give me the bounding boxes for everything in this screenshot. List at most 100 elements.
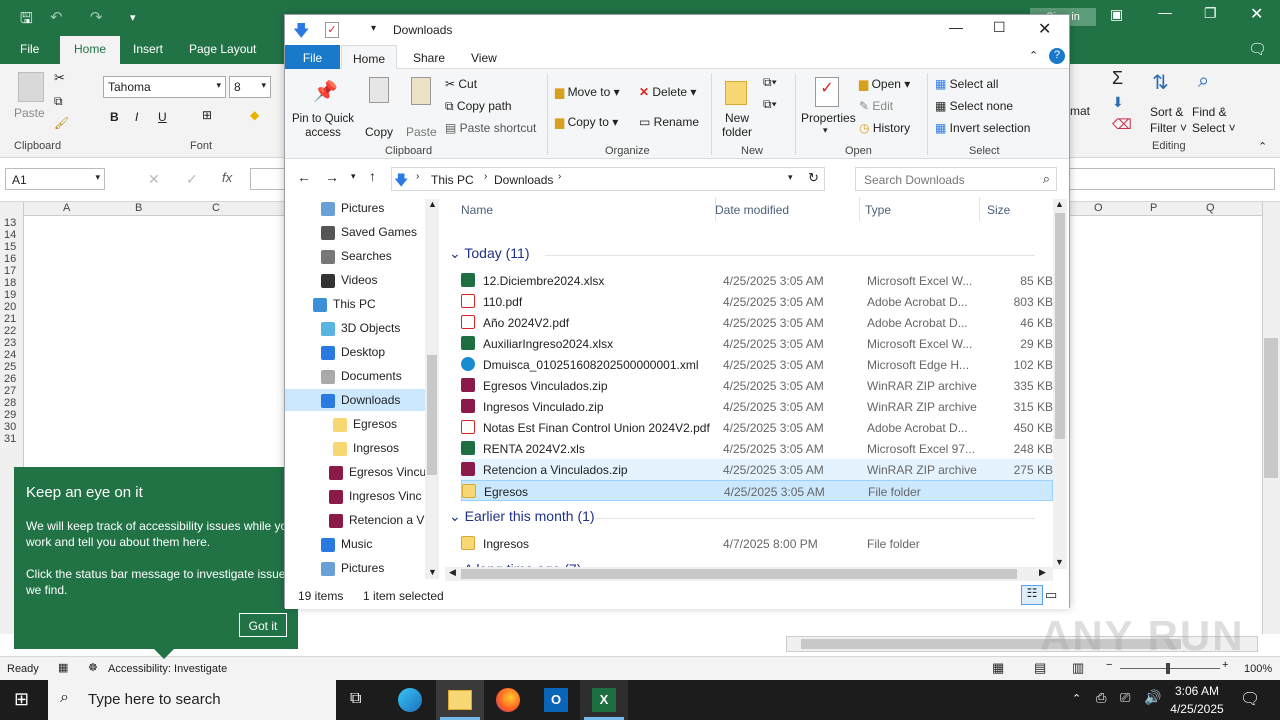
taskbar-explorer-active[interactable] <box>436 680 484 720</box>
autosum-icon[interactable]: Σ <box>1112 68 1123 89</box>
details-view-icon[interactable]: ☷ <box>1021 585 1043 605</box>
row-number[interactable]: 29 <box>0 409 24 421</box>
copy-to-button[interactable]: ▆ Copy to ▾ <box>555 115 618 129</box>
cut-button[interactable]: ✂ Cut <box>445 77 477 91</box>
cancel-entry-icon[interactable]: ✕ <box>148 171 160 188</box>
nav-item[interactable]: 3D Objects <box>321 317 461 339</box>
column-header[interactable]: B <box>135 202 142 214</box>
file-row[interactable]: Dmuisca_010251608202500000001.xml 4/25/20… <box>461 354 1053 375</box>
row-number[interactable]: 18 <box>0 277 24 289</box>
paste-button[interactable]: Paste <box>406 125 437 139</box>
move-to-button[interactable]: ▆ Move to ▾ <box>555 85 620 99</box>
scroll-right-icon[interactable]: ▶ <box>1039 567 1046 578</box>
got-it-button[interactable]: Got it <box>239 613 287 637</box>
edit-button[interactable]: ✎ Edit <box>859 99 893 113</box>
nav-item[interactable]: Downloads <box>285 389 425 411</box>
cut-icon[interactable]: ✂ <box>54 70 65 86</box>
nav-scroll-thumb[interactable] <box>427 355 437 475</box>
row-number[interactable]: 26 <box>0 373 24 385</box>
row-number[interactable]: 15 <box>0 241 24 253</box>
address-bar[interactable]: 🡇 › This PC › Downloads › ▾ ↻ <box>391 167 825 191</box>
font-size-select[interactable]: 8 ▾ <box>229 76 271 98</box>
refresh-icon[interactable]: ↻ <box>808 170 819 186</box>
windows-start-icon[interactable]: ⊞ <box>14 689 29 710</box>
taskbar-search-box[interactable]: ⌕ Type here to search <box>48 680 336 720</box>
row-number[interactable]: 30 <box>0 421 24 433</box>
accessibility-icon[interactable]: ☸ <box>88 661 98 674</box>
column-name[interactable]: Name <box>461 203 493 217</box>
scroll-left-icon[interactable]: ◀ <box>449 567 456 578</box>
help-icon[interactable]: ? <box>1049 48 1065 64</box>
undo-icon[interactable]: ↶ <box>50 8 63 26</box>
nav-item[interactable]: Searches <box>321 245 461 267</box>
close-icon[interactable]: ✕ <box>1038 19 1051 39</box>
history-button[interactable]: ◷ History <box>859 121 910 135</box>
comments-icon[interactable]: 🗨 <box>1248 40 1267 58</box>
recent-locations-icon[interactable]: ▾ <box>351 171 356 182</box>
volume-icon[interactable]: 🔊 <box>1144 689 1161 706</box>
scroll-down-icon[interactable]: ▼ <box>1055 557 1064 567</box>
select-all-button[interactable]: ▦ Select all <box>935 77 998 91</box>
collapse-ribbon-icon[interactable]: ⌃ <box>1258 140 1267 153</box>
format-painter-icon[interactable]: 🖌 <box>54 116 69 130</box>
breadcrumb-this-pc[interactable]: This PC <box>431 173 474 187</box>
file-row[interactable]: Retencion a Vinculados.zip 4/25/2025 3:05… <box>461 459 1053 480</box>
zoom-in-icon[interactable]: + <box>1222 659 1228 671</box>
row-number[interactable]: 20 <box>0 301 24 313</box>
save-icon[interactable]: 🖫 <box>20 8 33 33</box>
tab-insert[interactable]: Insert <box>133 42 163 56</box>
new-folder-qat-icon[interactable] <box>349 23 365 36</box>
insert-function-icon[interactable]: fx <box>222 170 232 185</box>
column-header[interactable]: A <box>63 202 70 214</box>
row-number[interactable]: 31 <box>0 433 24 445</box>
pin-quick-access-button[interactable]: Pin to Quick access <box>291 112 355 140</box>
qat-customize-icon[interactable]: ▾ <box>130 11 136 24</box>
column-type[interactable]: Type <box>865 203 891 217</box>
nav-scrollbar[interactable]: ▲ ▼ <box>425 199 439 579</box>
paste-icon[interactable] <box>18 72 44 102</box>
outlook-icon[interactable]: O <box>544 688 568 712</box>
vertical-scroll-thumb[interactable] <box>1264 338 1278 478</box>
row-number[interactable]: 27 <box>0 385 24 397</box>
copy-icon[interactable]: ⧉ <box>54 94 63 109</box>
page-layout-view-icon[interactable]: ▤ <box>1034 660 1046 676</box>
minimize-icon[interactable]: — <box>1158 4 1172 20</box>
tab-home[interactable]: Home <box>60 36 121 64</box>
row-number[interactable]: 16 <box>0 253 24 265</box>
file-row[interactable]: Ingresos Vinculado.zip 4/25/2025 3:05 AM W… <box>461 396 1053 417</box>
search-input[interactable]: Search Downloads ⌕ <box>855 167 1057 191</box>
qat-dropdown-icon[interactable]: ▾ <box>371 23 376 34</box>
row-number[interactable]: 14 <box>0 229 24 241</box>
nav-item[interactable]: Music <box>321 533 461 555</box>
name-box[interactable]: A1 ▾ <box>5 168 105 190</box>
tab-share[interactable]: Share <box>413 51 445 65</box>
italic-button[interactable]: I <box>135 110 138 124</box>
sort-filter-icon[interactable]: ⇅ <box>1152 70 1169 95</box>
address-dropdown-icon[interactable]: ▾ <box>788 172 793 183</box>
zoom-slider[interactable] <box>1120 668 1220 669</box>
firefox-icon[interactable] <box>496 688 520 712</box>
forward-icon[interactable]: → <box>325 169 339 185</box>
paste-shortcut-button[interactable]: ▤ Paste shortcut <box>445 121 536 135</box>
row-number[interactable]: 23 <box>0 337 24 349</box>
page-break-view-icon[interactable]: ▥ <box>1072 660 1084 676</box>
group-header-month[interactable]: ⌄ Earlier this month (1) <box>449 508 595 525</box>
accessibility-status[interactable]: Accessibility: Investigate <box>108 663 227 675</box>
select-none-button[interactable]: ▦ Select none <box>935 99 1013 113</box>
column-header[interactable]: Q <box>1206 202 1215 214</box>
taskbar-excel[interactable]: X <box>580 680 628 720</box>
minimize-icon[interactable]: — <box>949 19 963 35</box>
collapse-ribbon-icon[interactable]: ⌃ <box>1029 49 1038 62</box>
normal-view-icon[interactable]: ▦ <box>992 660 1004 676</box>
invert-selection-button[interactable]: ▦ Invert selection <box>935 121 1030 135</box>
scroll-up-icon[interactable]: ▲ <box>428 199 437 209</box>
copy-button[interactable]: Copy <box>365 125 393 139</box>
tab-view[interactable]: View <box>471 51 497 65</box>
underline-button[interactable]: U <box>158 110 167 124</box>
file-row[interactable]: RENTA 2024V2.xls 4/25/2025 3:05 AM Microso… <box>461 438 1053 459</box>
zoom-level[interactable]: 100% <box>1244 663 1272 675</box>
zoom-slider-thumb[interactable] <box>1166 663 1170 674</box>
row-number[interactable]: 21 <box>0 313 24 325</box>
nav-item[interactable]: Documents <box>321 365 461 387</box>
file-row[interactable]: Ingresos 4/7/2025 8:00 PM File folder <box>461 533 1053 554</box>
